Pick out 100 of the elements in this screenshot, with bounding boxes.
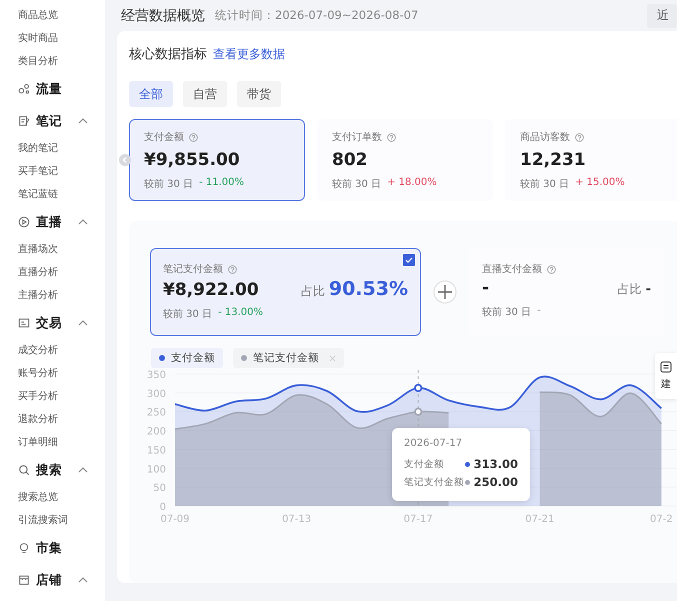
help-icon	[547, 264, 556, 274]
metric-label: 支付金额	[144, 130, 184, 144]
x-tick-label: 07-21	[525, 514, 554, 525]
document-icon	[660, 361, 672, 373]
breakdown-card[interactable]: 笔记支付金额 ¥8,922.00 占比 90.53% 较前 30 日 - 13.00%	[150, 248, 421, 336]
metric-value: -	[482, 278, 490, 298]
y-tick-label: 250	[146, 408, 166, 419]
share-label: 占比	[300, 283, 325, 300]
help-icon	[189, 132, 198, 142]
x-tick-label: 07-17	[404, 514, 433, 525]
sidebar-item[interactable]: 直播场次	[18, 238, 105, 261]
change-value: + 15.00%	[575, 177, 625, 190]
legend-label: 支付金额	[171, 351, 215, 365]
x-tick-label: 07-09	[160, 514, 190, 525]
change-value: - 13.00%	[218, 307, 264, 320]
sidebar-item[interactable]: 成交分析	[18, 339, 105, 362]
change-value: - 11.00%	[199, 177, 244, 190]
metric-value: ¥9,855.00	[144, 150, 241, 170]
note-icon	[18, 115, 30, 127]
previous-icon[interactable]	[119, 154, 131, 166]
sidebar-section[interactable]: 笔记	[36, 112, 62, 130]
metric-value: 802	[332, 150, 368, 170]
share-value: -	[646, 282, 651, 297]
caret-icon[interactable]	[78, 219, 88, 225]
data-point	[414, 384, 422, 392]
card-icon	[18, 317, 30, 329]
compare-label: 较前 30 日	[332, 178, 382, 191]
caret-icon[interactable]	[78, 320, 88, 326]
filter-tab[interactable]: 自营	[183, 81, 227, 107]
caret-icon[interactable]	[78, 118, 88, 124]
sidebar-item[interactable]: 退款分析	[18, 408, 105, 431]
sidebar-item[interactable]: 买手笔记	[18, 160, 105, 183]
legend-chip[interactable]: 支付金额	[151, 348, 223, 368]
sidebar-section[interactable]: 流量	[36, 80, 62, 98]
caret-icon[interactable]	[78, 467, 88, 473]
store-icon	[18, 574, 30, 586]
legend-label: 笔记支付金额	[253, 351, 319, 365]
metric-label: 直播支付金额	[482, 262, 542, 276]
sidebar-section[interactable]: 市集	[36, 540, 62, 556]
filter-tab[interactable]: 全部	[129, 81, 173, 107]
sidebar-item[interactable]: 买手分析	[18, 385, 105, 408]
help-icon	[575, 132, 584, 142]
compare-label: 较前 30 日	[482, 306, 532, 319]
x-tick-label: 07-13	[282, 514, 312, 525]
range-button[interactable]: 近	[647, 4, 677, 28]
sidebar-item[interactable]: 我的笔记	[18, 137, 105, 160]
share-value: 90.53%	[328, 278, 408, 300]
sidebar-item[interactable]: 笔记蓝链	[18, 183, 105, 206]
metric-card[interactable]: 支付金额 ¥9,855.00 较前 30 日 - 11.00%	[129, 119, 305, 201]
tooltip-value: 313.00	[474, 457, 518, 471]
sidebar-item[interactable]: 引流搜索词	[18, 509, 105, 532]
y-tick-label: 100	[146, 464, 166, 476]
page-title: 经营数据概览	[121, 6, 205, 24]
widget-label: 建	[661, 378, 671, 391]
sidebar-item[interactable]: 搜索总览	[18, 486, 105, 509]
period-text: 统计时间：2026-07-09~2026-08-07	[215, 8, 418, 23]
plus-icon	[433, 280, 457, 304]
tooltip-value: 250.00	[474, 475, 518, 489]
sidebar-section[interactable]: 店铺	[36, 572, 62, 588]
data-point	[414, 408, 422, 416]
sidebar-item[interactable]: 实时商品	[18, 27, 105, 50]
metric-label: 笔记支付金额	[163, 262, 223, 276]
sidebar-section[interactable]: 交易	[36, 314, 62, 332]
compare-label: 较前 30 日	[144, 178, 194, 191]
checkbox[interactable]	[403, 254, 415, 266]
sidebar-section[interactable]: 搜索	[36, 462, 62, 478]
metric-value: 12,231	[520, 150, 587, 170]
sidebar-item[interactable]: 直播分析	[18, 261, 105, 284]
help-icon	[387, 132, 396, 142]
tooltip-label: 支付金额	[404, 458, 445, 470]
y-tick-label: 0	[160, 502, 166, 513]
change-value: + 18.00%	[387, 177, 437, 190]
tooltip-label: 笔记支付金额	[404, 476, 465, 488]
more-data-link[interactable]: 查看更多数据	[213, 46, 285, 63]
compare-label: 较前 30 日	[520, 178, 570, 191]
y-tick-label: 50	[153, 483, 166, 494]
caret-icon[interactable]	[78, 577, 88, 583]
tooltip-date: 2026-07-17	[404, 438, 464, 449]
y-tick-label: 150	[146, 445, 166, 456]
breakdown-panel: 笔记支付金额 ¥8,922.00 占比 90.53% 较前 30 日 - 13.00% 直播支付金额 - 占比 - 较前 30 日 - 支付金额 笔记支付金额 0 50 100 150 200 250 300 350 07-09 07-13 07-17 07-21 07-2 2026-07-17 支付金额 313.00 笔记支付金额 250.00 建	[129, 221, 677, 583]
sidebar-item[interactable]: 账号分析	[18, 362, 105, 385]
floating-widget[interactable]: 建	[655, 353, 677, 399]
sidebar-item[interactable]: 订单明细	[18, 431, 105, 454]
sidebar-item[interactable]: 商品总览	[18, 4, 105, 27]
metric-label: 商品访客数	[520, 130, 570, 144]
legend-chip[interactable]: 笔记支付金额	[233, 348, 344, 368]
sidebar-item[interactable]: 主播分析	[18, 284, 105, 307]
x-tick-label: 07-2	[650, 514, 673, 525]
share-label: 占比	[618, 281, 642, 298]
search-icon	[18, 464, 30, 476]
help-icon	[228, 264, 237, 274]
sidebar-section[interactable]: 直播	[36, 214, 62, 230]
market-icon	[18, 542, 30, 554]
y-tick-label: 350	[146, 370, 166, 381]
y-tick-label: 300	[146, 388, 166, 400]
section-title: 核心数据指标	[129, 46, 207, 63]
y-tick-label: 200	[146, 426, 166, 438]
sidebar-item[interactable]: 类目分析	[18, 50, 105, 73]
filter-tab[interactable]: 带货	[237, 81, 281, 107]
metric-value: ¥8,922.00	[163, 280, 259, 300]
